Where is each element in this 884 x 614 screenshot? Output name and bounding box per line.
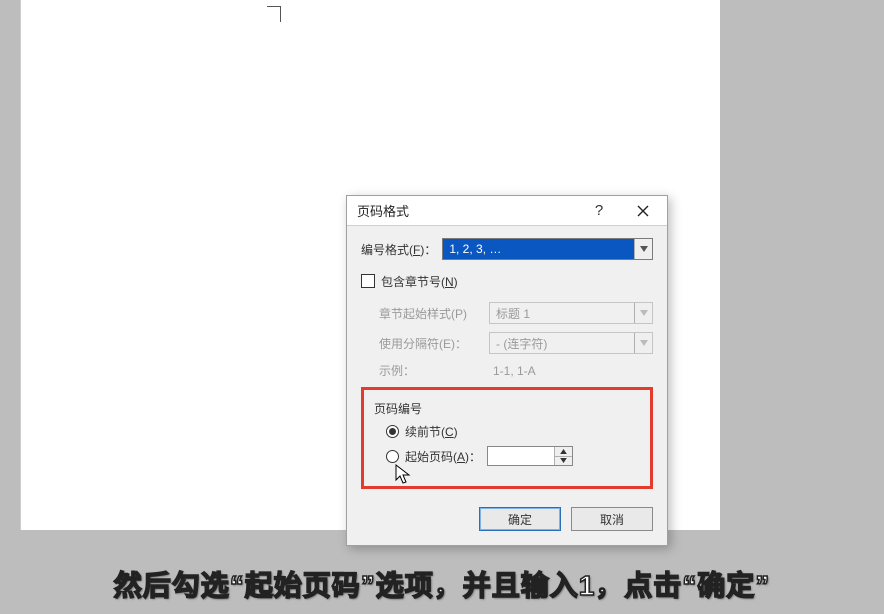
close-button[interactable] bbox=[623, 197, 663, 225]
number-format-combo[interactable]: 1, 2, 3, … bbox=[442, 238, 653, 260]
start-at-label: 起始页码(A)： bbox=[405, 448, 481, 465]
close-icon bbox=[637, 205, 649, 217]
ok-button[interactable]: 确定 bbox=[479, 507, 561, 531]
mouse-cursor-icon bbox=[394, 464, 412, 486]
start-at-radio[interactable] bbox=[386, 450, 399, 463]
cancel-button[interactable]: 取消 bbox=[571, 507, 653, 531]
spinner-up[interactable] bbox=[555, 447, 572, 457]
number-format-selected: 1, 2, 3, … bbox=[443, 239, 634, 259]
page-number-legend: 页码编号 bbox=[374, 400, 640, 417]
start-at-input[interactable] bbox=[488, 447, 554, 465]
separator-combo: - (连字符) bbox=[489, 332, 653, 354]
chapter-start-style-label: 章节起始样式(P) bbox=[379, 305, 489, 322]
page-number-group: 页码编号 续前节(C) 起始页码(A)： bbox=[361, 387, 653, 489]
chevron-down-icon bbox=[634, 303, 652, 323]
page-number-format-dialog: 页码格式 ? 编号格式(F)： 1, 2, 3, … 包含章节号(N) bbox=[346, 195, 668, 546]
example-label: 示例： bbox=[379, 362, 489, 379]
help-button[interactable]: ? bbox=[579, 197, 619, 225]
include-chapter-checkbox[interactable] bbox=[361, 274, 375, 288]
dialog-title: 页码格式 bbox=[357, 201, 579, 220]
chapter-start-style-combo: 标题 1 bbox=[489, 302, 653, 324]
start-at-spinner[interactable] bbox=[487, 446, 573, 466]
video-subtitle: 然后勾选“起始页码”选项，并且输入1，点击“确定” bbox=[0, 564, 884, 604]
chevron-down-icon bbox=[634, 333, 652, 353]
dialog-titlebar[interactable]: 页码格式 ? bbox=[347, 196, 667, 226]
number-format-label: 编号格式(F)： bbox=[361, 241, 436, 258]
example-value: 1-1, 1-A bbox=[489, 364, 536, 378]
include-chapter-label: 包含章节号(N) bbox=[381, 273, 458, 290]
continue-previous-label: 续前节(C) bbox=[405, 423, 458, 440]
separator-label: 使用分隔符(E)： bbox=[379, 335, 489, 352]
header-cursor-mark bbox=[267, 6, 289, 28]
spinner-down[interactable] bbox=[555, 457, 572, 466]
chevron-down-icon bbox=[634, 239, 652, 259]
continue-previous-radio[interactable] bbox=[386, 425, 399, 438]
